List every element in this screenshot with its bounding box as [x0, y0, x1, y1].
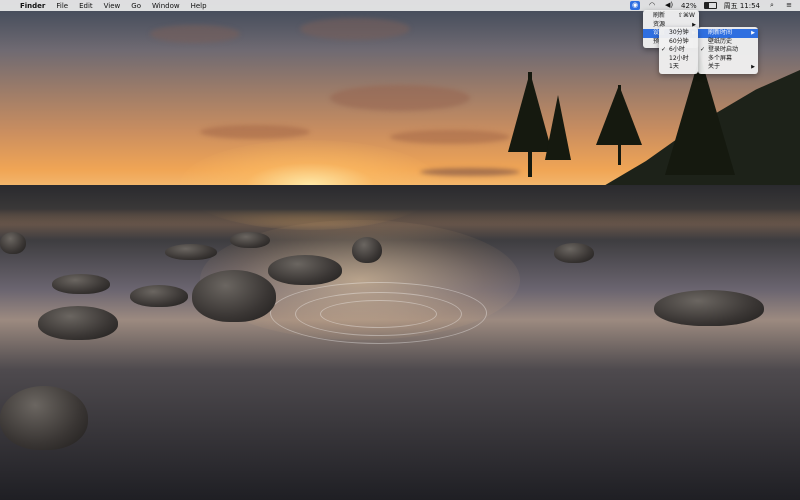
- rock: [52, 274, 110, 294]
- tree-canopy: [596, 85, 642, 145]
- rock: [192, 270, 276, 322]
- settings-submenu: 刷新时间 ▶ 壁纸历史 ✓ 登录时启动 多个屏幕 关于 ▶: [698, 27, 758, 74]
- cloud: [390, 130, 510, 144]
- speaker-icon[interactable]: ◀): [664, 1, 674, 10]
- rock: [554, 243, 594, 263]
- menu-item-label: 登录时启动: [708, 46, 739, 53]
- checkmark-icon: ✓: [661, 46, 667, 53]
- menu-file[interactable]: File: [56, 2, 68, 10]
- menu-item-interval-12h[interactable]: 12小时: [659, 55, 698, 64]
- wallpaper-app-icon[interactable]: ◉: [630, 1, 641, 10]
- menu-item-label: 关于: [708, 63, 721, 70]
- checkmark-icon: ✓: [700, 46, 706, 53]
- menu-item-wallpaper-history[interactable]: 壁纸历史: [698, 38, 758, 47]
- menu-item-about[interactable]: 关于 ▶: [698, 63, 758, 72]
- menu-item-interval-30min[interactable]: 30分钟: [659, 29, 698, 38]
- menu-item-label: 12小时: [669, 54, 689, 62]
- menu-item-label: 多个屏幕: [708, 54, 733, 62]
- clock[interactable]: 周五 11:54: [724, 1, 760, 11]
- rock: [654, 290, 764, 326]
- submenu-arrow-icon: ▶: [751, 30, 755, 36]
- rock: [352, 237, 382, 263]
- tree-canopy: [545, 95, 571, 160]
- menu-item-refresh[interactable]: 刷新 ⇧⌘W: [643, 12, 699, 21]
- menu-item-multiple-screens[interactable]: 多个屏幕: [698, 55, 758, 64]
- menu-finder[interactable]: Finder: [20, 2, 45, 10]
- list-icon[interactable]: ≡: [784, 1, 794, 10]
- rock: [0, 386, 88, 450]
- menu-item-shortcut: ⇧⌘W: [678, 12, 695, 19]
- tree-canopy: [508, 72, 552, 152]
- battery-icon[interactable]: [703, 2, 717, 9]
- rock: [130, 285, 188, 307]
- menu-item-label: 6小时: [669, 46, 685, 53]
- menu-bar-left: Finder File Edit View Go Window Help: [0, 2, 207, 10]
- cloud: [300, 18, 410, 40]
- wifi-icon[interactable]: ◠: [647, 1, 657, 10]
- menu-item-label: 30分钟: [669, 29, 689, 36]
- menu-item-interval-6h[interactable]: ✓ 6小时: [659, 46, 698, 55]
- menu-item-label: 壁纸历史: [708, 37, 733, 45]
- battery-fill: [704, 3, 710, 8]
- menu-item-label: 60分钟: [669, 37, 689, 45]
- rocky-shore: [0, 185, 800, 225]
- rock: [230, 232, 270, 248]
- rock: [38, 306, 118, 340]
- menu-item-interval-60min[interactable]: 60分钟: [659, 38, 698, 47]
- rock: [0, 232, 26, 254]
- rock: [268, 255, 342, 285]
- menu-help[interactable]: Help: [191, 2, 207, 10]
- menu-go[interactable]: Go: [131, 2, 141, 10]
- menu-item-label: 刷新时间: [708, 29, 733, 36]
- menu-window[interactable]: Window: [152, 2, 180, 10]
- submenu-arrow-icon: ▶: [751, 64, 755, 70]
- search-icon[interactable]: ⌕: [767, 1, 777, 10]
- cloud: [330, 85, 470, 111]
- menu-item-interval-1day[interactable]: 1天: [659, 63, 698, 72]
- interval-submenu: 30分钟 60分钟 ✓ 6小时 12小时 1天: [659, 27, 698, 74]
- menu-edit[interactable]: Edit: [79, 2, 93, 10]
- rock: [165, 244, 217, 260]
- menu-view[interactable]: View: [104, 2, 121, 10]
- cloud: [200, 125, 310, 139]
- menu-item-launch-at-login[interactable]: ✓ 登录时启动: [698, 46, 758, 55]
- water-ripple: [320, 300, 437, 328]
- menu-item-label: 1天: [669, 63, 679, 70]
- menu-item-label: 刷新: [653, 12, 666, 19]
- battery-percent[interactable]: 42%: [681, 2, 697, 10]
- cloud: [150, 25, 240, 43]
- cloud: [420, 168, 520, 176]
- desktop-wallpaper: [0, 0, 800, 500]
- menu-item-refresh-interval[interactable]: 刷新时间 ▶: [698, 29, 758, 38]
